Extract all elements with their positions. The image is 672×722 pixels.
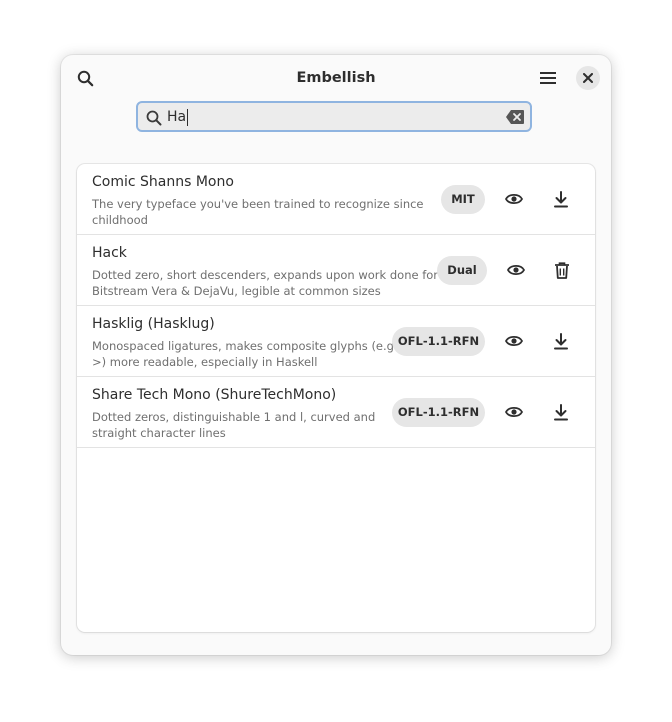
font-list: Comic Shanns Mono The very typeface you'… xyxy=(77,164,595,632)
eye-icon xyxy=(505,335,523,347)
font-description-line: Dotted zero, short descenders, expands u… xyxy=(92,268,439,282)
text-caret xyxy=(187,109,188,126)
font-description-line: Monospaced ligatures, makes composite gl… xyxy=(92,339,406,353)
eye-icon xyxy=(505,193,523,205)
font-row[interactable]: Comic Shanns Mono The very typeface you'… xyxy=(77,164,595,235)
font-row[interactable]: Hasklig (Hasklug) Monospaced ligatures, … xyxy=(77,306,595,377)
download-button[interactable] xyxy=(551,331,571,351)
eye-icon xyxy=(505,406,523,418)
window-title: Embellish xyxy=(296,70,376,86)
download-button[interactable] xyxy=(551,402,571,422)
font-name: Hack xyxy=(92,245,127,261)
close-icon xyxy=(583,73,593,83)
delete-button[interactable] xyxy=(552,260,572,280)
search-toggle-button[interactable] xyxy=(73,66,97,90)
download-icon xyxy=(554,190,568,207)
download-icon xyxy=(554,403,568,420)
font-description-line: Dotted zeros, distinguishable 1 and l, c… xyxy=(92,410,376,424)
license-badge[interactable]: OFL-1.1-RFN xyxy=(392,398,485,427)
preview-button[interactable] xyxy=(504,331,524,351)
font-name: Hasklig (Hasklug) xyxy=(92,316,215,332)
hamburger-menu-icon xyxy=(540,72,556,84)
font-description: Dotted zero, short descenders, expands u… xyxy=(92,267,438,299)
main-menu-button[interactable] xyxy=(535,66,561,90)
eye-icon xyxy=(507,264,525,276)
font-name: Comic Shanns Mono xyxy=(92,174,234,190)
font-description-line: Bitstream Vera & DejaVu, legible at comm… xyxy=(92,284,381,298)
preview-button[interactable] xyxy=(506,260,526,280)
license-badge[interactable]: Dual xyxy=(437,256,487,285)
header-bar: Embellish xyxy=(61,55,611,101)
license-badge[interactable]: MIT xyxy=(441,185,485,214)
trash-icon xyxy=(555,261,569,279)
preview-button[interactable] xyxy=(504,402,524,422)
download-button[interactable] xyxy=(551,189,571,209)
font-description-line: The very typeface you've been trained to… xyxy=(92,197,424,211)
font-description: Dotted zeros, distinguishable 1 and l, c… xyxy=(92,409,375,441)
search-icon xyxy=(77,70,93,86)
font-description: Monospaced ligatures, makes composite gl… xyxy=(92,338,405,370)
clear-text-icon[interactable] xyxy=(506,109,524,125)
download-icon xyxy=(554,332,568,349)
license-badge[interactable]: OFL-1.1-RFN xyxy=(392,327,485,356)
font-row[interactable]: Hack Dotted zero, short descenders, expa… xyxy=(77,235,595,306)
font-description-line: >) more readable, especially in Haskell xyxy=(92,355,318,369)
font-description-line: straight character lines xyxy=(92,426,226,440)
search-icon xyxy=(145,109,162,126)
search-bar xyxy=(136,101,532,132)
preview-button[interactable] xyxy=(504,189,524,209)
search-input[interactable] xyxy=(167,106,497,127)
font-description-line: childhood xyxy=(92,213,148,227)
font-description: The very typeface you've been trained to… xyxy=(92,196,424,228)
font-row[interactable]: Share Tech Mono (ShureTechMono) Dotted z… xyxy=(77,377,595,448)
close-button[interactable] xyxy=(576,66,600,90)
app-window: Embellish Ha Comic Shanns Mono The very … xyxy=(61,55,611,655)
font-name: Share Tech Mono (ShureTechMono) xyxy=(92,387,337,403)
